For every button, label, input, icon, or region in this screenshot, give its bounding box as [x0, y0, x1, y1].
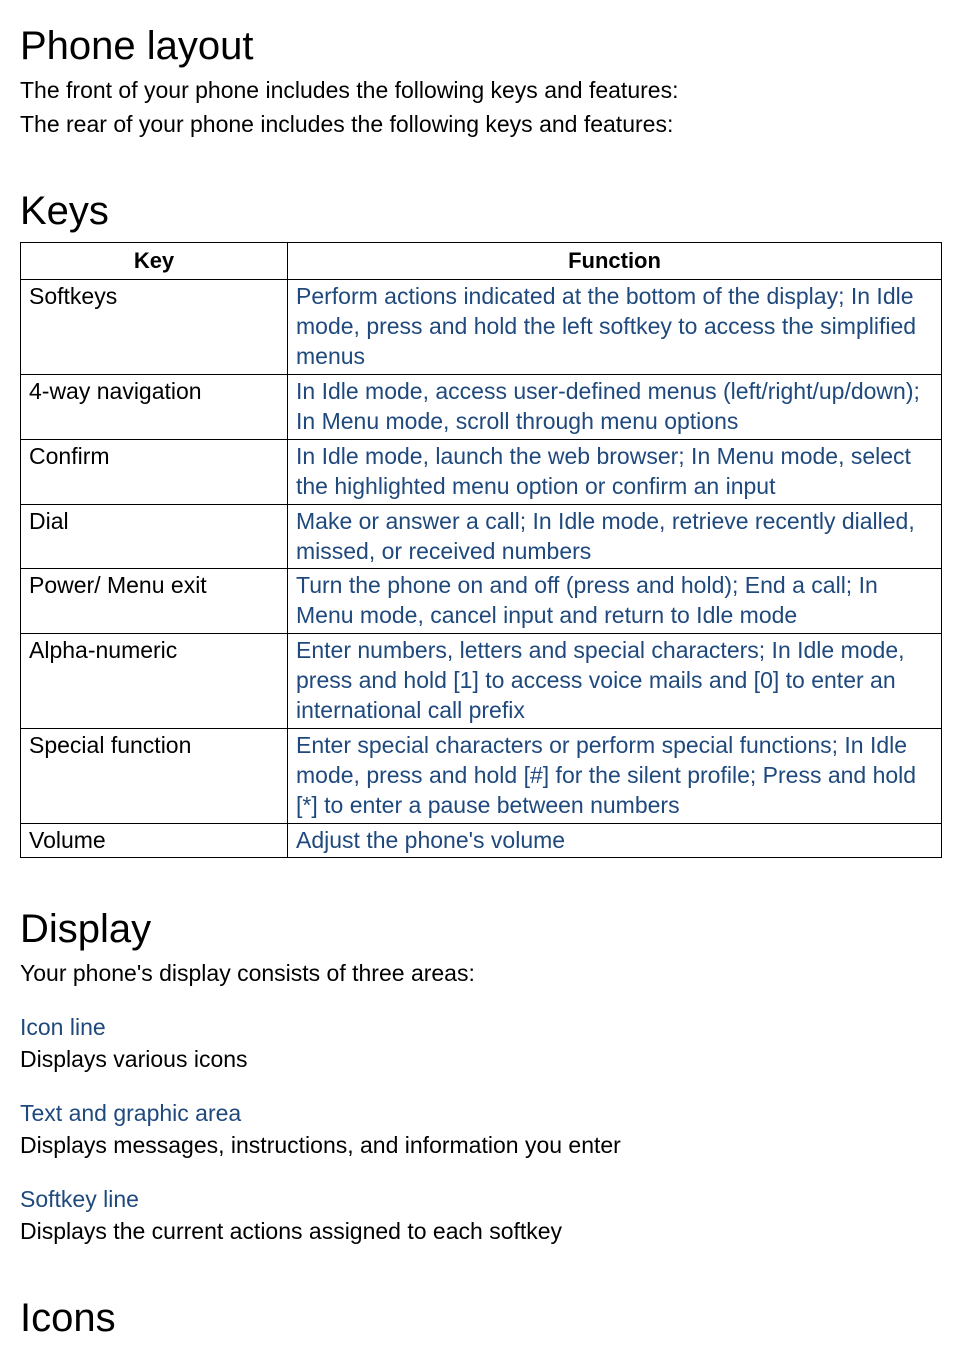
table-row: Power/ Menu exit Turn the phone on and o… — [21, 569, 942, 634]
area-desc-icon-line: Displays various icons — [20, 1045, 942, 1075]
heading-display: Display — [20, 903, 942, 955]
display-intro: Your phone's display consists of three a… — [20, 959, 942, 989]
cell-func: In Idle mode, access user-defined menus … — [288, 375, 942, 440]
cell-key: Confirm — [21, 439, 288, 504]
area-desc-text-graphic: Displays messages, instructions, and inf… — [20, 1131, 942, 1161]
cell-key: 4-way navigation — [21, 375, 288, 440]
area-label-softkey-line: Softkey line — [20, 1185, 942, 1215]
cell-key: Softkeys — [21, 280, 288, 375]
intro-front: The front of your phone includes the fol… — [20, 76, 942, 106]
table-row: Dial Make or answer a call; In Idle mode… — [21, 504, 942, 569]
cell-key: Volume — [21, 823, 288, 858]
table-row: Confirm In Idle mode, launch the web bro… — [21, 439, 942, 504]
cell-func: Enter special characters or perform spec… — [288, 728, 942, 823]
heading-phone-layout: Phone layout — [20, 20, 942, 72]
table-row: Special function Enter special character… — [21, 728, 942, 823]
heading-icons: Icons — [20, 1292, 942, 1344]
cell-key: Special function — [21, 728, 288, 823]
heading-keys: Keys — [20, 185, 942, 237]
cell-func: In Idle mode, launch the web browser; In… — [288, 439, 942, 504]
cell-key: Power/ Menu exit — [21, 569, 288, 634]
intro-rear: The rear of your phone includes the foll… — [20, 110, 942, 140]
area-label-text-graphic: Text and graphic area — [20, 1099, 942, 1129]
cell-func: Make or answer a call; In Idle mode, ret… — [288, 504, 942, 569]
area-desc-softkey-line: Displays the current actions assigned to… — [20, 1217, 942, 1247]
cell-key: Dial — [21, 504, 288, 569]
area-label-icon-line: Icon line — [20, 1013, 942, 1043]
keys-table: Key Function Softkeys Perform actions in… — [20, 242, 942, 859]
cell-func: Perform actions indicated at the bottom … — [288, 280, 942, 375]
table-row: 4-way navigation In Idle mode, access us… — [21, 375, 942, 440]
table-row: Volume Adjust the phone's volume — [21, 823, 942, 858]
cell-func: Enter numbers, letters and special chara… — [288, 634, 942, 729]
col-header-key: Key — [21, 242, 288, 280]
cell-key: Alpha-numeric — [21, 634, 288, 729]
table-row: Alpha-numeric Enter numbers, letters and… — [21, 634, 942, 729]
cell-func: Turn the phone on and off (press and hol… — [288, 569, 942, 634]
table-header-row: Key Function — [21, 242, 942, 280]
table-row: Softkeys Perform actions indicated at th… — [21, 280, 942, 375]
cell-func: Adjust the phone's volume — [288, 823, 942, 858]
col-header-function: Function — [288, 242, 942, 280]
